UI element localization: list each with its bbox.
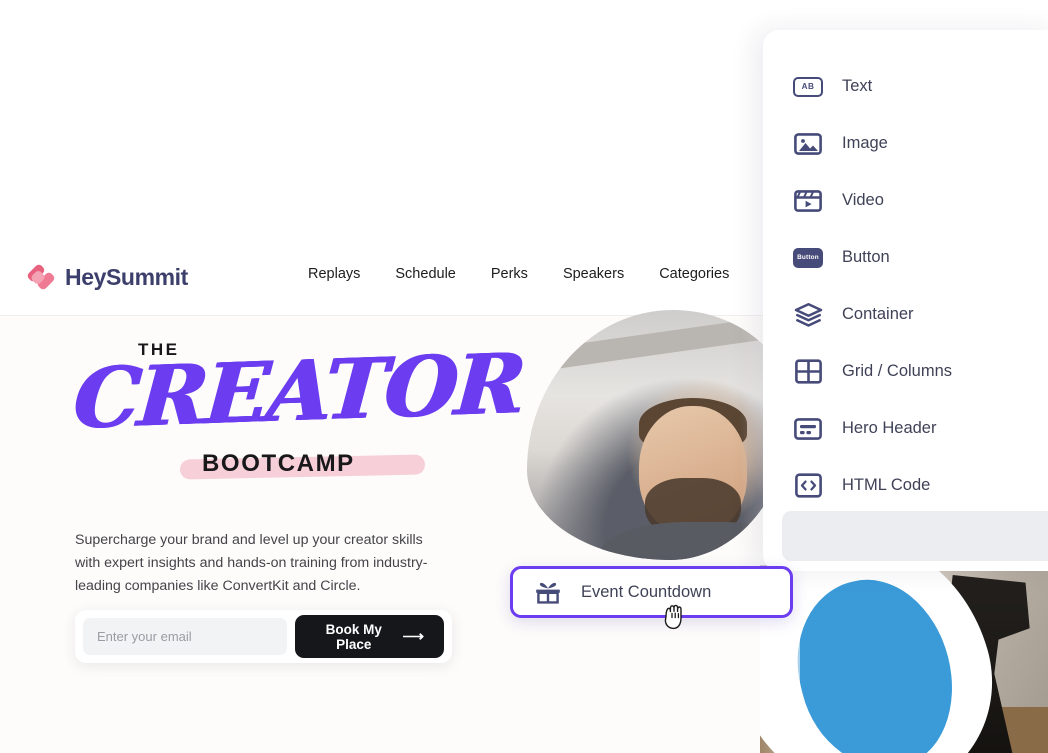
hero-title-bold: BOOTCAMP — [202, 450, 355, 477]
grabbing-hand-cursor — [664, 604, 682, 630]
block-label-video: Video — [842, 191, 884, 209]
site-nav: Replays Schedule Perks Speakers Categori… — [308, 266, 729, 282]
block-label-hero-header: Hero Header — [842, 419, 937, 437]
studio-camera-image — [760, 565, 1048, 753]
blocks-panel: AB Text Image Video Button Button Contai… — [763, 30, 1048, 571]
button-chip-icon: Button — [793, 244, 823, 272]
text-ab-icon: AB — [793, 73, 823, 101]
site-logo-text: HeySummit — [65, 263, 188, 290]
hero-paragraph: Supercharge your brand and level up your… — [75, 532, 428, 595]
block-label-container: Container — [842, 305, 914, 323]
heysummit-diamond-logo-icon — [26, 262, 56, 292]
block-item-text[interactable]: AB Text — [763, 58, 1048, 115]
site-logo[interactable]: HeySummit — [26, 262, 188, 292]
hero-header-icon — [793, 415, 823, 443]
html-code-icon — [793, 472, 823, 500]
nav-item-speakers[interactable]: Speakers — [563, 266, 624, 282]
block-label-button: Button — [842, 248, 890, 266]
block-item-container[interactable]: Container — [763, 286, 1048, 343]
dragged-block-label: Event Countdown — [581, 582, 712, 601]
nav-item-schedule[interactable]: Schedule — [395, 266, 455, 282]
nav-item-perks[interactable]: Perks — [491, 266, 528, 282]
block-item-image[interactable]: Image — [763, 115, 1048, 172]
hero-portrait-image — [527, 310, 792, 560]
arrow-right-icon: ⟶ — [402, 628, 424, 645]
open-gift-box-icon — [533, 578, 563, 606]
hero-signup-form: Book My Place ⟶ — [75, 610, 452, 663]
hero-title-script: CREATOR — [70, 334, 527, 448]
book-my-place-label: Book My Place — [325, 621, 382, 652]
email-input[interactable] — [83, 618, 287, 655]
grid-columns-icon — [793, 358, 823, 386]
nav-item-categories[interactable]: Categories — [659, 266, 729, 282]
block-label-html-code: HTML Code — [842, 476, 931, 494]
block-item-button[interactable]: Button Button — [763, 229, 1048, 286]
block-label-text: Text — [842, 77, 873, 95]
book-my-place-button[interactable]: Book My Place ⟶ — [295, 615, 444, 658]
block-label-grid-columns: Grid / Columns — [842, 362, 953, 380]
nav-item-replays[interactable]: Replays — [308, 266, 360, 282]
block-item-hero-header[interactable]: Hero Header — [763, 400, 1048, 457]
block-item-video[interactable]: Video — [763, 172, 1048, 229]
dragged-block-event-countdown[interactable]: Event Countdown — [510, 566, 793, 618]
image-icon — [793, 130, 823, 158]
block-item-html-code[interactable]: HTML Code — [763, 457, 1048, 514]
screen: HeySummit Replays Schedule Perks Speaker… — [0, 0, 1048, 753]
panel-placeholder-slot — [782, 511, 1048, 561]
hero-title-bold-wrap: BOOTCAMP — [179, 450, 426, 480]
block-label-image: Image — [842, 134, 888, 152]
layers-container-icon — [793, 301, 823, 329]
video-clapperboard-icon — [793, 187, 823, 215]
blocks-list: AB Text Image Video Button Button Contai… — [763, 30, 1048, 514]
block-item-grid-columns[interactable]: Grid / Columns — [763, 343, 1048, 400]
